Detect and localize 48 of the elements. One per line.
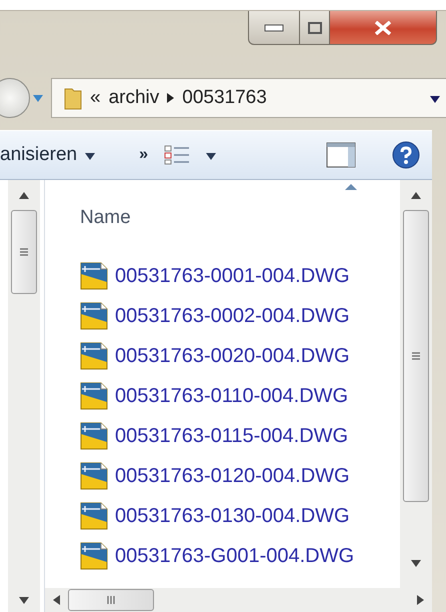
help-icon[interactable]: [392, 141, 420, 169]
forward-button[interactable]: [0, 78, 30, 118]
drawing-file-icon: [80, 382, 108, 410]
more-commands[interactable]: »: [139, 146, 148, 164]
scroll-up-icon[interactable]: [19, 192, 29, 198]
grip-icon: [107, 595, 115, 605]
organize-menu[interactable]: anisieren: [0, 144, 78, 166]
scroll-right-icon[interactable]: [417, 595, 424, 605]
drawing-file-icon: [80, 462, 108, 490]
view-options-icon[interactable]: [164, 145, 190, 165]
breadcrumb[interactable]: archiv: [108, 87, 160, 109]
breadcrumb[interactable]: 00531763: [182, 87, 267, 109]
file-name[interactable]: 00531763-0002-004.DWG: [115, 304, 350, 328]
separator-arrow-icon[interactable]: [167, 93, 174, 103]
minimize-button[interactable]: [248, 11, 300, 45]
scrollbar[interactable]: [8, 180, 40, 612]
scrollbar[interactable]: [400, 180, 432, 588]
minimize-icon: [264, 24, 284, 32]
scroll-up-icon[interactable]: [411, 192, 421, 198]
file-name[interactable]: 00531763-0120-004.DWG: [115, 464, 350, 488]
file-name[interactable]: 00531763-0110-004.DWG: [115, 384, 348, 408]
drawing-file-icon: [80, 502, 108, 530]
drawing-file-icon: [80, 342, 108, 370]
column-header[interactable]: Name: [80, 207, 131, 229]
overflow-chevron[interactable]: «: [90, 87, 101, 109]
maximize-button[interactable]: [300, 11, 330, 45]
file-name[interactable]: 00531763-0115-004.DWG: [115, 424, 348, 448]
maximize-icon: [308, 22, 322, 34]
preview-pane-icon[interactable]: [326, 142, 356, 168]
grip-icon: [19, 248, 29, 256]
drawing-file-icon: [80, 542, 108, 570]
drawing-file-icon: [80, 262, 108, 290]
drawing-file-icon: [80, 422, 108, 450]
close-button[interactable]: [330, 11, 437, 45]
address-bar[interactable]: « archiv 00531763: [51, 78, 446, 118]
file-name[interactable]: 00531763-0130-004.DWG: [115, 504, 350, 528]
scroll-down-icon[interactable]: [411, 560, 421, 566]
sort-arrow-icon: [345, 184, 357, 190]
folder-icon: [64, 86, 82, 110]
scroll-left-icon[interactable]: [53, 595, 60, 605]
drawing-file-icon: [80, 302, 108, 330]
scroll-down-icon[interactable]: [19, 596, 29, 604]
close-icon: [374, 20, 392, 34]
file-name[interactable]: 00531763-G001-004.DWG: [115, 544, 354, 568]
file-name[interactable]: 00531763-0020-004.DWG: [115, 344, 350, 368]
horizontal-scrollbar[interactable]: [45, 588, 432, 612]
file-name[interactable]: 00531763-0001-004.DWG: [115, 264, 350, 288]
grip-icon: [411, 352, 421, 360]
